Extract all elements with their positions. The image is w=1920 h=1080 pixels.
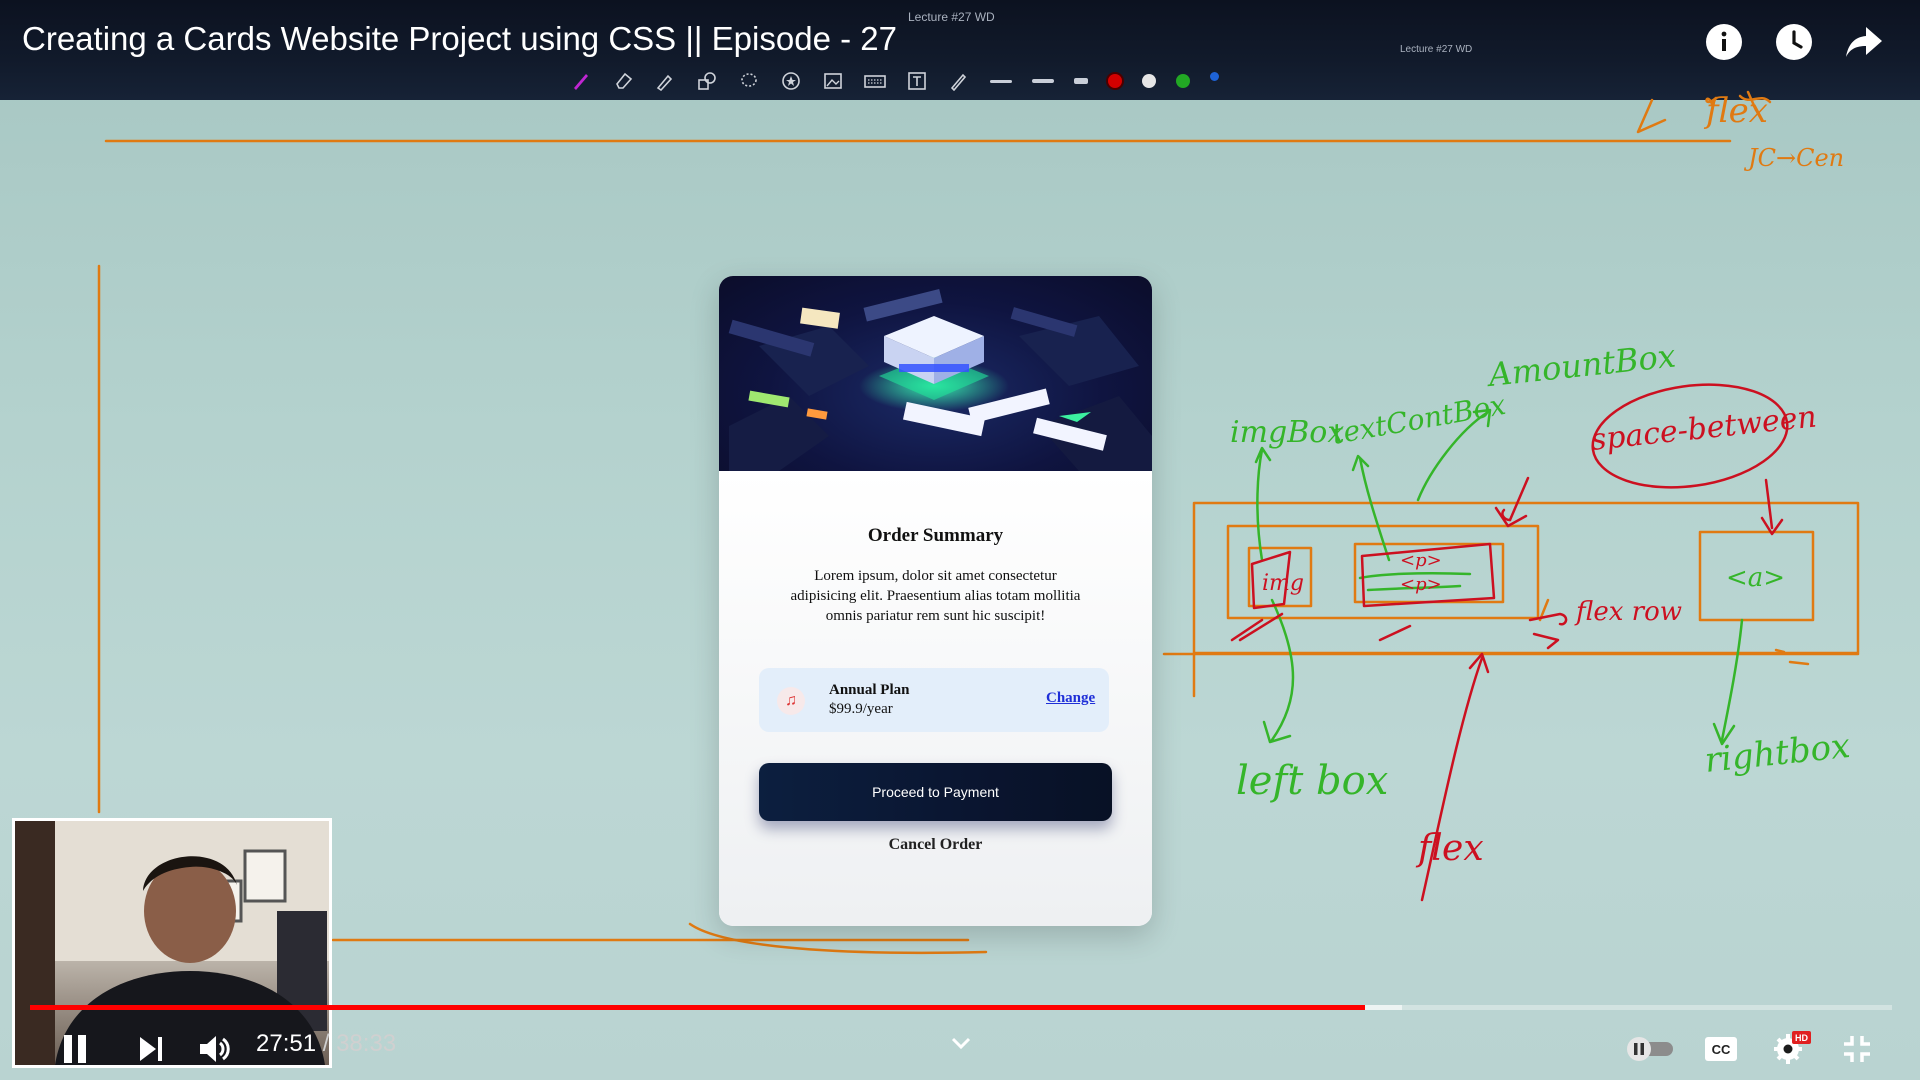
annotation-p-tag-2: <p> (1400, 574, 1442, 595)
watch-later-icon[interactable] (1774, 22, 1814, 62)
card-body: Order Summary Lorem ipsum, dolor sit ame… (719, 471, 1152, 926)
time-display: 27:51 / 38:33 (256, 1030, 396, 1058)
shapes-icon[interactable] (696, 70, 718, 92)
change-plan-link[interactable]: Change (1046, 690, 1095, 707)
captions-icon[interactable]: CC (1703, 1034, 1739, 1064)
medium-stroke-option[interactable] (1032, 79, 1054, 83)
annotation-img-tag: img (1262, 571, 1304, 596)
autoplay-toggle[interactable] (1622, 1034, 1678, 1064)
plan-name: Annual Plan (829, 682, 910, 698)
green-color-swatch[interactable] (1176, 74, 1190, 88)
video-top-bar: Creating a Cards Website Project using C… (0, 0, 1920, 100)
thick-stroke-option[interactable] (1074, 78, 1088, 84)
plan-box: ♫ Annual Plan $99.9/year Change (759, 668, 1109, 732)
annotation-flex: flex (1415, 828, 1484, 869)
highlighter-icon[interactable] (654, 70, 676, 92)
annotation-left-box: left box (1236, 758, 1388, 804)
current-time: 27:51 (256, 1030, 317, 1057)
share-icon[interactable] (1844, 22, 1884, 62)
annotation-right-box: rightbox (1703, 726, 1852, 781)
order-summary-title: Order Summary (867, 525, 1004, 546)
text-icon[interactable] (906, 70, 928, 92)
lasso-icon[interactable] (738, 70, 760, 92)
eraser-icon[interactable] (612, 70, 634, 92)
thin-stroke-option[interactable] (990, 79, 1012, 83)
volume-icon[interactable] (196, 1032, 234, 1066)
chevron-down-icon[interactable] (946, 1028, 976, 1058)
pen-icon[interactable] (570, 70, 592, 92)
red-ink (1230, 383, 1789, 902)
proceed-to-payment-button[interactable]: Proceed to Payment (759, 763, 1112, 821)
next-video-icon[interactable] (134, 1032, 168, 1066)
annotation-flex-row: flex row (1574, 597, 1682, 627)
tab-title: Lecture #27 WD (1400, 44, 1473, 55)
pause-icon[interactable] (58, 1032, 92, 1066)
plan-price: $99.9/year (829, 701, 893, 717)
progress-bar[interactable] (30, 1005, 1892, 1010)
hd-badge: HD (1795, 1033, 1808, 1043)
annotation-a-tag: <a> (1726, 563, 1785, 593)
settings-icon[interactable]: HD (1772, 1028, 1812, 1066)
time-separator: / (322, 1030, 330, 1057)
window-title: Lecture #27 WD (908, 10, 995, 24)
cancel-order-button[interactable]: Cancel Order (719, 836, 1152, 854)
annotation-imgbox: imgBox (1230, 415, 1344, 450)
svg-text:CC: CC (1712, 1042, 1731, 1057)
order-summary-card: Order Summary Lorem ipsum, dolor sit ame… (719, 276, 1152, 926)
annotation-justify-center: JC→Cen (1743, 144, 1844, 172)
info-icon[interactable] (1704, 22, 1744, 62)
white-color-swatch[interactable] (1142, 74, 1156, 88)
hero-illustration (719, 276, 1152, 471)
annotation-amountbox: AmountBox (1484, 337, 1678, 395)
pointer-pen-icon[interactable] (948, 70, 970, 92)
keyboard-icon[interactable] (864, 70, 886, 92)
order-description: Lorem ipsum, dolor sit amet consectetur … (790, 568, 1081, 624)
video-title[interactable]: Creating a Cards Website Project using C… (22, 20, 897, 58)
blue-color-swatch[interactable] (1210, 71, 1219, 81)
exit-fullscreen-icon[interactable] (1840, 1032, 1874, 1066)
annotation-space-between: space-between (1589, 399, 1818, 458)
annotation-textbox: textContBox (1329, 388, 1508, 451)
annotation-p-tag: <p> (1400, 550, 1442, 571)
image-icon[interactable] (822, 70, 844, 92)
music-note-icon: ♫ (777, 687, 805, 715)
played-progress (30, 1005, 1366, 1010)
red-color-swatch[interactable] (1108, 74, 1122, 88)
drawing-toolbar (570, 66, 1219, 96)
stamp-icon[interactable] (780, 70, 802, 92)
top-actions (1704, 22, 1884, 62)
duration: 38:33 (336, 1030, 397, 1057)
